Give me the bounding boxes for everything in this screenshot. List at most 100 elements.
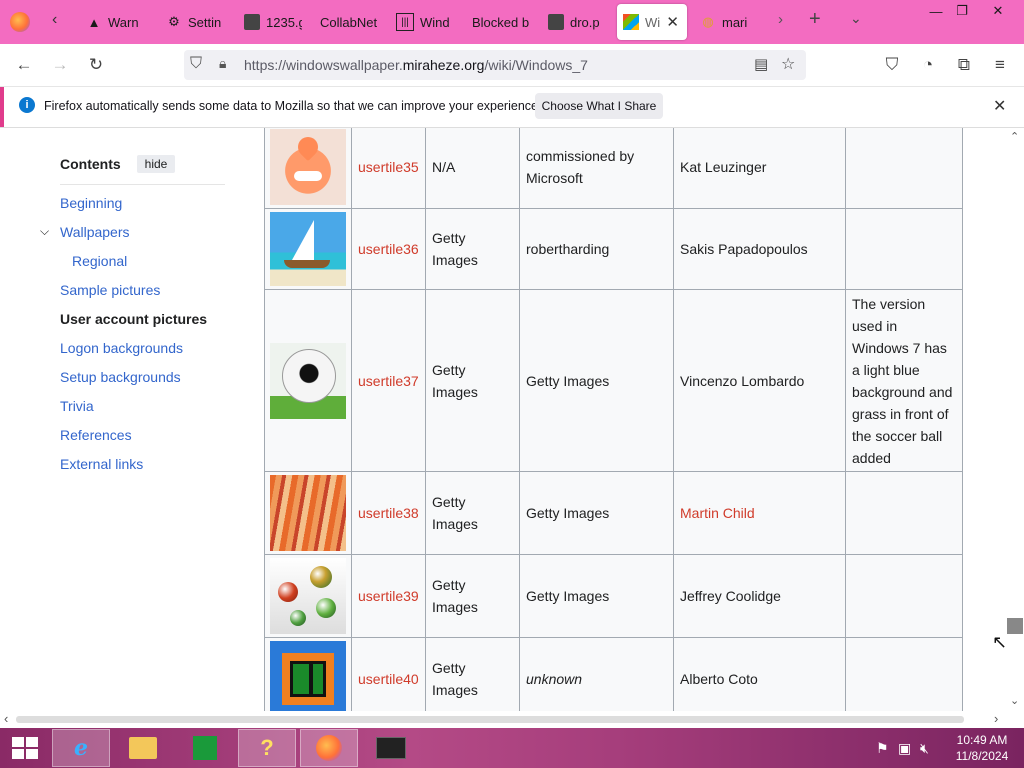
file-explorer-icon[interactable] [114, 729, 172, 767]
menu-icon[interactable]: ≡ [986, 51, 1014, 79]
tab-image-1235[interactable]: 1235.g [244, 4, 302, 40]
thumbnail-window[interactable] [270, 641, 346, 711]
close-tab-icon[interactable]: ✕ [666, 13, 679, 31]
toc-hide-button[interactable]: hide [136, 155, 176, 173]
firefox-taskbar-icon[interactable] [300, 729, 358, 767]
help-icon[interactable]: ? [238, 729, 296, 767]
tab-scroll-right-icon[interactable]: › [778, 11, 783, 28]
table-row: usertile37 Getty Images Getty Images Vin… [264, 289, 963, 472]
image-icon [548, 14, 564, 30]
toc-item-trivia[interactable]: Trivia [60, 398, 94, 414]
toc-item-user-account-pictures[interactable]: User account pictures [60, 311, 207, 327]
usertile-link[interactable]: usertile39 [358, 588, 419, 604]
horizontal-scrollbar[interactable]: ‹ › [0, 711, 1024, 728]
usertile-link[interactable]: usertile40 [358, 671, 419, 687]
scroll-left-icon[interactable]: ‹ [4, 711, 8, 726]
toc-item-setup-backgrounds[interactable]: Setup backgrounds [60, 369, 181, 385]
thumbnail-cell [264, 128, 352, 209]
usertile-link[interactable]: usertile37 [358, 373, 419, 389]
table-of-contents: Contents hide Beginning ⌵ Wallpapers Regi… [40, 152, 225, 472]
reload-icon[interactable]: ↻ [82, 51, 110, 79]
toc-item-beginning[interactable]: Beginning [60, 195, 122, 211]
thumbnail-orange-character[interactable] [270, 129, 346, 205]
mario-icon: ◍ [702, 14, 714, 29]
tab-settings[interactable]: ⚙ Settin [166, 4, 228, 40]
close-notification-icon[interactable]: ✕ [993, 96, 1006, 116]
author-link[interactable]: Martin Child [680, 505, 755, 521]
horizontal-scrollbar-thumb[interactable] [16, 716, 964, 723]
tab-label: CollabNet [320, 14, 378, 30]
firefox-view-icon[interactable] [10, 12, 30, 32]
forward-icon[interactable]: → [46, 51, 74, 79]
thumbnail-marbles[interactable] [270, 558, 346, 634]
author-cell: Martin Child [673, 471, 846, 555]
tab-collabnet[interactable]: CollabNet [320, 4, 386, 40]
start-button[interactable] [0, 729, 50, 767]
tab-scroll-left-icon[interactable]: ‹ [52, 11, 57, 29]
new-tab-icon[interactable]: + [809, 8, 821, 31]
scroll-up-icon[interactable]: ⌃ [1010, 130, 1019, 143]
system-clock[interactable]: 10:49 AM 11/8/2024 [952, 732, 1012, 764]
tab-warn[interactable]: ▲ Warn [86, 4, 156, 40]
tab-windows[interactable]: ||| Wind [396, 4, 454, 40]
tab-mario[interactable]: ◍ mari [700, 4, 760, 40]
lock-icon[interactable]: 🔒︎ [219, 55, 226, 72]
network-icon[interactable]: ▣ [898, 740, 911, 757]
toc-item-external-links[interactable]: External links [60, 456, 143, 472]
vertical-scrollbar[interactable]: ⌃ ⌄ [1006, 128, 1024, 711]
thumbnail-sailboat[interactable] [270, 212, 346, 286]
url-bar[interactable]: ⛉ 🔒︎ https://windowswallpaper.miraheze.o… [184, 50, 806, 80]
page-content: Contents hide Beginning ⌵ Wallpapers Regi… [0, 128, 1006, 711]
tab-label: 1235.g [266, 14, 302, 30]
toc-item-logon-backgrounds[interactable]: Logon backgrounds [60, 340, 183, 356]
toc-item-references[interactable]: References [60, 427, 132, 443]
tab-strip: ‹ ▲ Warn ⚙ Settin 1235.g CollabNet ||| Wind… [0, 0, 1024, 44]
account-icon[interactable]: ◔ [914, 51, 942, 79]
store-icon[interactable] [176, 729, 234, 767]
notes-cell [845, 554, 963, 638]
credit-cell: Getty Images [519, 471, 674, 555]
tab-drop[interactable]: dro.p [548, 4, 606, 40]
internet-explorer-icon[interactable]: e [52, 729, 110, 767]
toc-item-wallpapers[interactable]: ⌵ Wallpapers [40, 224, 130, 240]
extensions-icon[interactable]: ⧉ [950, 51, 978, 79]
bookmark-star-icon[interactable]: ☆ [781, 54, 795, 74]
table-row: usertile38 Getty Images Getty Images Mar… [264, 471, 963, 555]
usertile-link[interactable]: usertile35 [358, 159, 419, 175]
scroll-right-icon[interactable]: › [994, 711, 998, 726]
tab-blocked[interactable]: Blocked b [472, 4, 530, 40]
thumbnail-soccer-ball[interactable] [270, 342, 346, 419]
author-cell: Alberto Coto [673, 637, 846, 711]
choose-what-i-share-button[interactable]: Choose What I Share [535, 93, 663, 119]
usertile-link[interactable]: usertile36 [358, 241, 419, 257]
list-all-tabs-icon[interactable]: ⌄ [850, 10, 862, 27]
url-text[interactable]: https://windowswallpaper.miraheze.org/wi… [244, 57, 588, 73]
chevron-down-icon[interactable]: ⌵ [40, 224, 49, 239]
tracking-protection-icon[interactable]: ⛉ [190, 55, 202, 73]
back-icon[interactable]: ← [10, 51, 38, 79]
table-row: usertile40 Getty Images unknown Alberto … [264, 637, 963, 711]
action-center-flag-icon[interactable]: ⚑ [876, 740, 889, 757]
notes-cell [845, 128, 963, 209]
terminal-icon[interactable] [362, 729, 420, 767]
scrollbar-thumb[interactable] [1007, 618, 1023, 634]
scroll-down-icon[interactable]: ⌄ [1010, 694, 1019, 707]
toc-item-regional[interactable]: Regional [72, 253, 127, 269]
tab-windows-7-active[interactable]: Wi ✕ [617, 4, 687, 40]
reader-view-icon[interactable]: ▤ [754, 55, 768, 73]
taskbar: e ? ⚑ ▣ 🔇︎ 10:49 AM 11/8/2024 [0, 728, 1024, 768]
volume-muted-icon[interactable]: 🔇︎ [920, 740, 929, 757]
source-cell: Getty Images [425, 554, 520, 638]
toc-item-sample-pictures[interactable]: Sample pictures [60, 282, 160, 298]
restore-icon[interactable]: ❐ [946, 0, 978, 22]
name-cell: usertile35 [351, 128, 426, 209]
wiki-icon: ||| [396, 13, 414, 31]
notes-cell [845, 471, 963, 555]
thumbnail-fabric[interactable] [270, 475, 346, 551]
close-window-icon[interactable]: ✕ [982, 0, 1014, 22]
notes-cell [845, 208, 963, 290]
usertile-link[interactable]: usertile38 [358, 505, 419, 521]
windows-logo-icon [12, 737, 38, 759]
tab-label: Blocked b [472, 14, 530, 30]
pocket-icon[interactable]: ⛉ [878, 51, 906, 79]
